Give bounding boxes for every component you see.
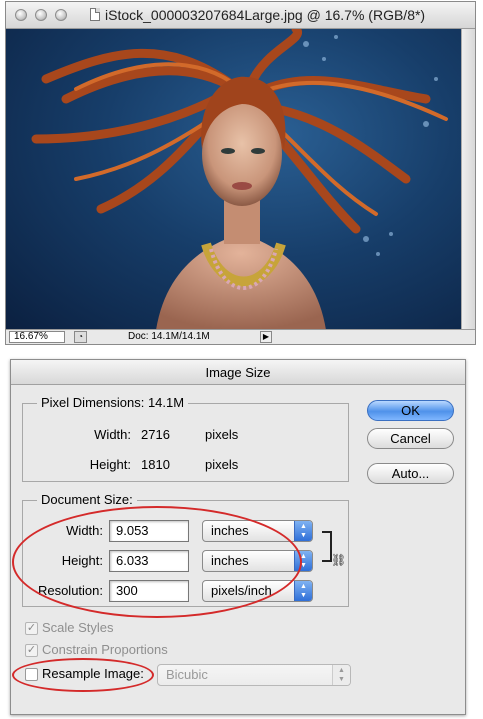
- status-menu-arrow-icon[interactable]: ▶: [260, 331, 272, 343]
- resolution-unit-select[interactable]: pixels/inch ▲ ▼: [202, 580, 313, 602]
- scale-styles-label: Scale Styles: [42, 620, 114, 635]
- pixel-dimensions-label: Pixel Dimensions:: [41, 395, 145, 410]
- doc-height-unit-select[interactable]: inches ▲ ▼: [202, 550, 313, 572]
- popup-arrows-icon: ▲ ▼: [294, 581, 312, 601]
- document-proxy-icon[interactable]: [90, 8, 100, 21]
- resample-image-checkbox[interactable]: [25, 668, 38, 681]
- resolution-label: Resolution:: [37, 583, 103, 598]
- pixel-width-value: 2716: [141, 427, 170, 442]
- document-titlebar[interactable]: iStock_000003207684Large.jpg @ 16.7% (RG…: [6, 2, 475, 29]
- doc-height-label: Height:: [61, 553, 103, 568]
- chain-link-icon: ⛓: [331, 553, 347, 567]
- doc-width-input[interactable]: 9.053: [109, 520, 189, 542]
- doc-width-unit-select[interactable]: inches ▲ ▼: [202, 520, 313, 542]
- doc-width-unit-value: inches: [211, 523, 249, 538]
- status-bar: 16.67% ◔ Doc: 14.1M/14.1M ▶: [6, 329, 475, 344]
- resample-image-label: Resample Image:: [42, 666, 144, 681]
- pixel-width-label: Width:: [94, 427, 131, 442]
- pixel-height-unit: pixels: [205, 457, 239, 472]
- document-title: iStock_000003207684Large.jpg @ 16.7% (RG…: [105, 7, 426, 23]
- portrait-photo: [31, 29, 448, 330]
- ok-button[interactable]: OK: [367, 400, 454, 421]
- image-canvas[interactable]: [6, 29, 461, 330]
- zoom-window-button[interactable]: [55, 9, 67, 21]
- pixel-width-unit: pixels: [205, 427, 239, 442]
- vertical-scrollbar[interactable]: [461, 29, 475, 330]
- auto-button[interactable]: Auto...: [367, 463, 454, 484]
- image-size-dialog: Image Size Pixel Dimensions: 14.1M Width…: [10, 359, 466, 715]
- minimize-window-button[interactable]: [35, 9, 47, 21]
- cancel-button[interactable]: Cancel: [367, 428, 454, 449]
- document-size-info: Doc: 14.1M/14.1M: [128, 331, 210, 342]
- resolution-input[interactable]: 300: [109, 580, 189, 602]
- doc-width-label: Width:: [66, 523, 103, 538]
- dialog-title: Image Size: [205, 365, 271, 380]
- popup-arrows-icon: ▲ ▼: [332, 665, 350, 685]
- popup-arrows-icon: ▲ ▼: [294, 551, 312, 571]
- scale-styles-checkbox[interactable]: ✓: [25, 622, 38, 635]
- doc-height-unit-value: inches: [211, 553, 249, 568]
- pixel-height-value: 1810: [141, 457, 170, 472]
- resample-method-value: Bicubic: [166, 667, 208, 682]
- popup-arrows-icon: ▲ ▼: [294, 521, 312, 541]
- doc-height-input[interactable]: 6.033: [109, 550, 189, 572]
- pixel-height-label: Height:: [89, 457, 131, 472]
- status-info-icon[interactable]: ◔: [74, 331, 87, 343]
- resample-method-select[interactable]: Bicubic ▲ ▼: [157, 664, 351, 686]
- resolution-unit-value: pixels/inch: [211, 583, 272, 598]
- constrain-proportions-label: Constrain Proportions: [42, 642, 168, 657]
- constrain-proportions-checkbox[interactable]: ✓: [25, 644, 38, 657]
- document-size-legend: Document Size:: [37, 492, 137, 507]
- pixel-dimensions-size: 14.1M: [147, 395, 185, 410]
- pixel-dimensions-legend: Pixel Dimensions: 14.1M: [37, 395, 189, 410]
- zoom-level-field[interactable]: 16.67%: [9, 331, 65, 343]
- dialog-titlebar[interactable]: Image Size: [11, 360, 465, 385]
- document-window: iStock_000003207684Large.jpg @ 16.7% (RG…: [5, 1, 476, 345]
- close-window-button[interactable]: [15, 9, 27, 21]
